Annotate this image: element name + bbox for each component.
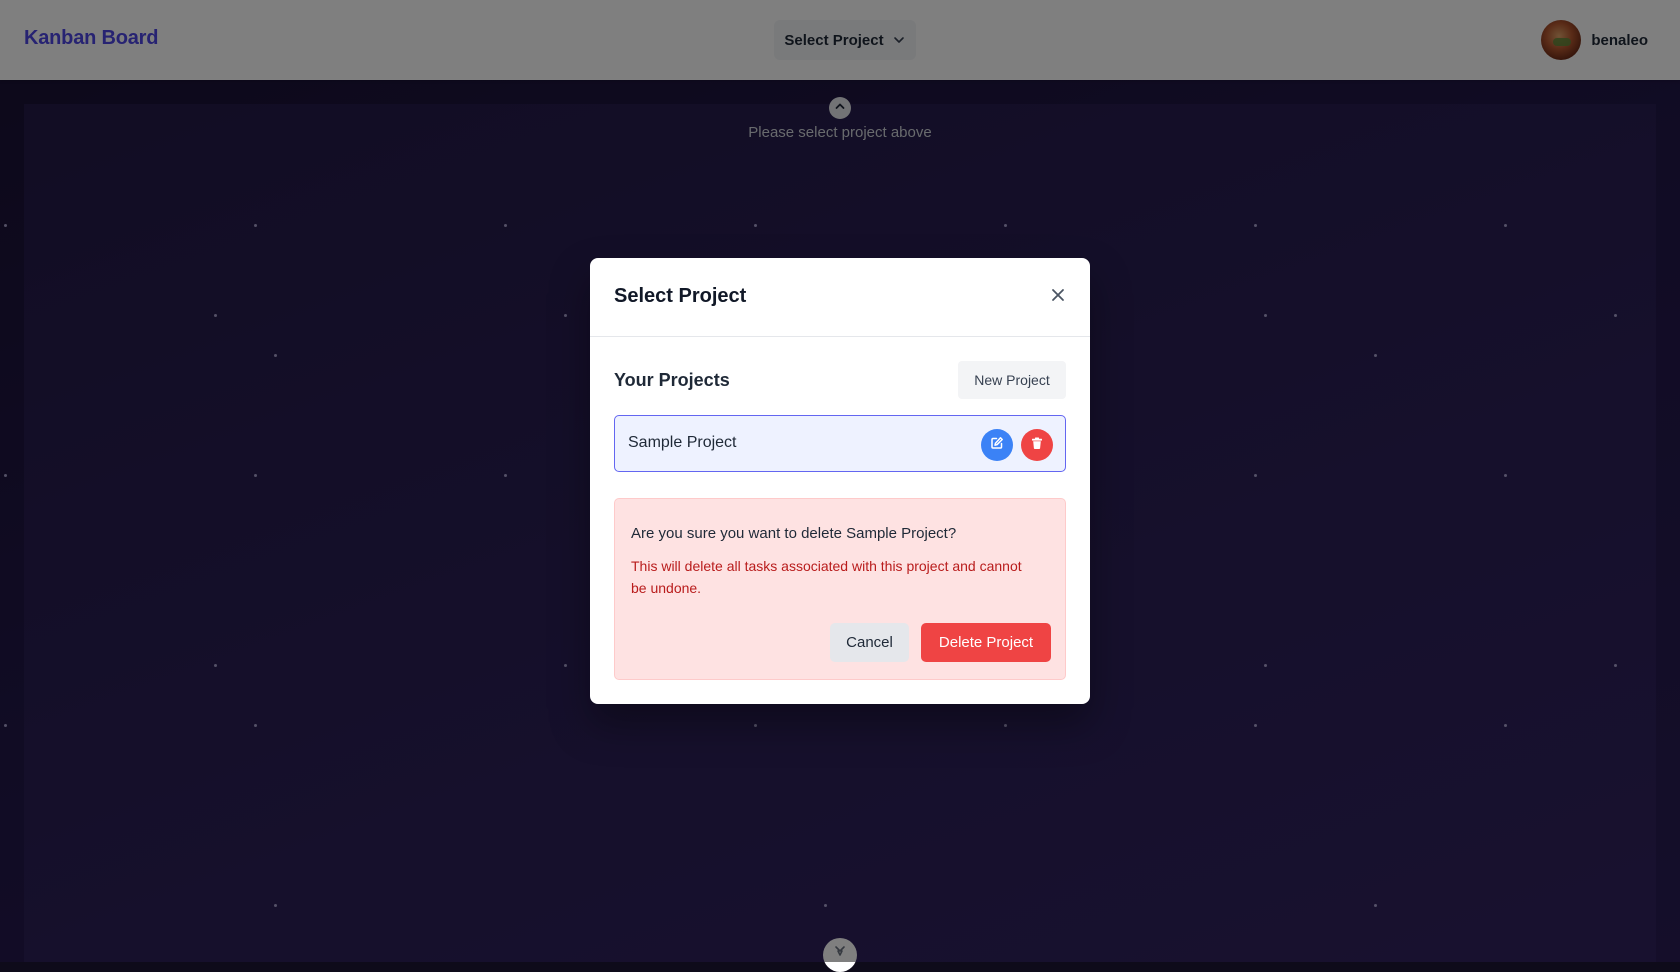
select-project-modal: Select Project Your Projects New Project… [590,258,1090,704]
modal-header: Select Project [590,258,1090,337]
delete-project-button[interactable]: Delete Project [921,623,1051,662]
delete-confirmation: Are you sure you want to delete Sample P… [614,498,1066,680]
edit-project-button[interactable] [981,429,1013,461]
new-project-button[interactable]: New Project [958,361,1066,399]
confirm-question: Are you sure you want to delete Sample P… [631,525,957,542]
close-icon [1051,288,1065,307]
trash-icon [1030,436,1044,455]
edit-icon [990,436,1004,455]
cancel-button[interactable]: Cancel [830,623,909,662]
modal-title: Select Project [614,285,747,307]
project-item[interactable]: Sample Project [614,415,1066,472]
confirm-warning: This will delete all tasks associated wi… [631,558,1022,596]
project-name: Sample Project [628,434,737,451]
your-projects-heading: Your Projects [614,370,730,390]
delete-project-icon-button[interactable] [1021,429,1053,461]
close-button[interactable] [1048,287,1068,307]
